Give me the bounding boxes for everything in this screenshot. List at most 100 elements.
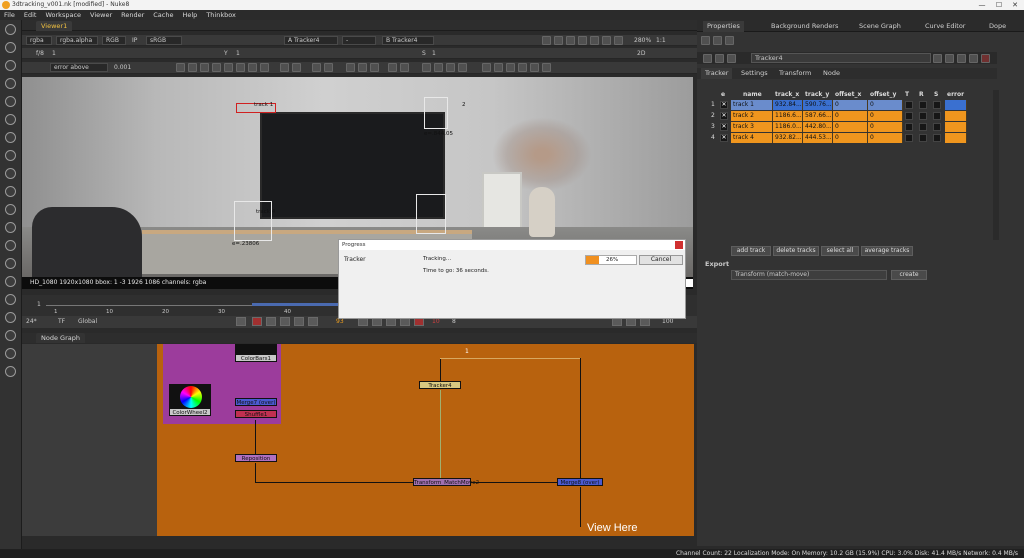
error-mode-select[interactable]: error above [50,63,108,72]
track-4-ox-cell[interactable]: 0 [833,133,868,143]
track-2-oy-cell[interactable]: 0 [868,111,903,121]
track-4-enable-checkbox[interactable]: ✕ [720,134,728,142]
track-3-r-checkbox[interactable] [919,123,927,131]
track-next-icon[interactable] [224,63,233,72]
track-1-ty-cell[interactable]: 590.76... [803,100,833,110]
menu-file[interactable]: File [4,11,15,19]
track-2-box[interactable] [424,97,448,129]
node-colorbars[interactable]: ColorBars1 [235,354,277,362]
trail-icon[interactable] [458,63,467,72]
pan-icon[interactable] [713,36,722,45]
roi-button[interactable] [542,36,551,45]
track-4-oy-cell[interactable]: 0 [868,133,903,143]
track-2-name-cell[interactable]: track 2 [731,111,773,121]
close-node-icon[interactable] [981,54,990,63]
track-2-t-checkbox[interactable] [905,112,913,120]
track-1-r-checkbox[interactable] [919,101,927,109]
track-4-ty-cell[interactable]: 444.53... [803,133,833,143]
current-frame-field[interactable]: 93 [336,318,344,325]
keyer-tool-icon[interactable] [5,132,16,143]
tf-select[interactable]: TF [58,318,65,325]
keyframe-grid-icon[interactable] [482,63,491,72]
zoom-window-icon[interactable] [400,63,409,72]
minimize-button[interactable]: — [975,0,989,10]
track-1-t-checkbox[interactable] [905,101,913,109]
views-tool-icon[interactable] [5,204,16,215]
track-3-s-checkbox[interactable] [933,123,941,131]
menu-cache[interactable]: Cache [153,11,173,19]
tab-curve-editor[interactable]: Curve Editor [921,21,969,32]
track-1-s-checkbox[interactable] [933,101,941,109]
track-3-tx-cell[interactable]: 1186.0... [773,122,803,132]
track-1-tx-cell[interactable]: 932.84... [773,100,803,110]
track-3-t-checkbox[interactable] [905,123,913,131]
3d-tool-icon[interactable] [5,186,16,197]
fps-select[interactable]: 24* [26,318,37,325]
time-tool-icon[interactable] [5,60,16,71]
node-merge7[interactable]: Merge7 (over) [235,398,277,406]
nodegraph-empty-area[interactable] [22,344,157,536]
other-tool-icon[interactable] [5,294,16,305]
cancel-button[interactable]: Cancel [639,255,683,265]
progress-close-button[interactable] [675,241,683,249]
viewer-expand-icon[interactable] [686,279,693,287]
track-2-r-checkbox[interactable] [919,112,927,120]
prev-increment-icon[interactable] [280,317,290,326]
channel-tool-icon[interactable] [5,78,16,89]
error-threshold-field[interactable]: 0.001 [114,64,131,71]
track-stop-icon[interactable] [212,63,221,72]
clipping-button[interactable] [554,36,563,45]
node-center-icon[interactable] [715,54,724,63]
colorspace-select[interactable]: sRGB [146,36,182,45]
node-colorwheel[interactable]: ColorWheel2 [169,408,211,416]
track-forward-all-icon[interactable] [248,63,257,72]
node-shuffle1[interactable]: Shuffle1 [235,410,277,418]
track-2-ty-cell[interactable]: 587.66... [803,111,833,121]
increment-field[interactable]: 8 [452,318,456,325]
step-field[interactable]: 10 [432,318,440,325]
track-4-t-checkbox[interactable] [905,134,913,142]
input-a-select[interactable]: A Tracker4 [284,36,338,45]
transform-tool-icon[interactable] [5,168,16,179]
track-4-tx-cell[interactable]: 932.82... [773,133,803,143]
zoom-select[interactable]: 280% [634,37,651,44]
track-4-box[interactable] [234,201,272,241]
metadata-tool-icon[interactable] [5,240,16,251]
deep-tool-icon[interactable] [5,222,16,233]
tab-settings[interactable]: Settings [737,68,772,79]
track-1-enable-checkbox[interactable]: ✕ [720,101,728,109]
draw-tool-icon[interactable] [5,42,16,53]
merge-tool-icon[interactable] [5,150,16,161]
gain-button[interactable] [566,36,575,45]
track-range-icon[interactable] [260,63,269,72]
particles-tool-icon[interactable] [5,258,16,269]
help-icon[interactable] [945,54,954,63]
translate-icon[interactable] [346,63,355,72]
link-icon[interactable] [494,63,503,72]
center-track-icon[interactable] [312,63,321,72]
clear-icon[interactable] [506,63,515,72]
menu-help[interactable]: Help [182,11,197,19]
operation-select[interactable]: - [342,36,376,45]
node-merge8[interactable]: Merge8 (over) [557,478,603,486]
export-select[interactable]: Transform (match-move) [731,270,887,280]
track-1-ox-cell[interactable]: 0 [833,100,868,110]
zoom-icon[interactable] [542,63,551,72]
scale-icon[interactable] [370,63,379,72]
track-3-oy-cell[interactable]: 0 [868,122,903,132]
frame-field[interactable]: 1 [52,50,56,57]
channels-select[interactable]: rgba [26,36,52,45]
color-picker-icon[interactable] [957,54,966,63]
create-button[interactable]: create [891,270,927,280]
track-back-icon[interactable] [188,63,197,72]
keyframe-add-icon[interactable] [280,63,289,72]
scope-select[interactable]: Global [78,318,97,325]
rotate-icon[interactable] [358,63,367,72]
track-2-err-cell[interactable] [945,111,967,121]
tab-dope-sheet[interactable]: Dope [985,21,1010,32]
track-2-ox-cell[interactable]: 0 [833,111,868,121]
menu-edit[interactable]: Edit [24,11,37,19]
track-1-err-cell[interactable] [945,100,967,110]
track-2-enable-checkbox[interactable]: ✕ [720,112,728,120]
node-collapse-icon[interactable] [703,54,712,63]
